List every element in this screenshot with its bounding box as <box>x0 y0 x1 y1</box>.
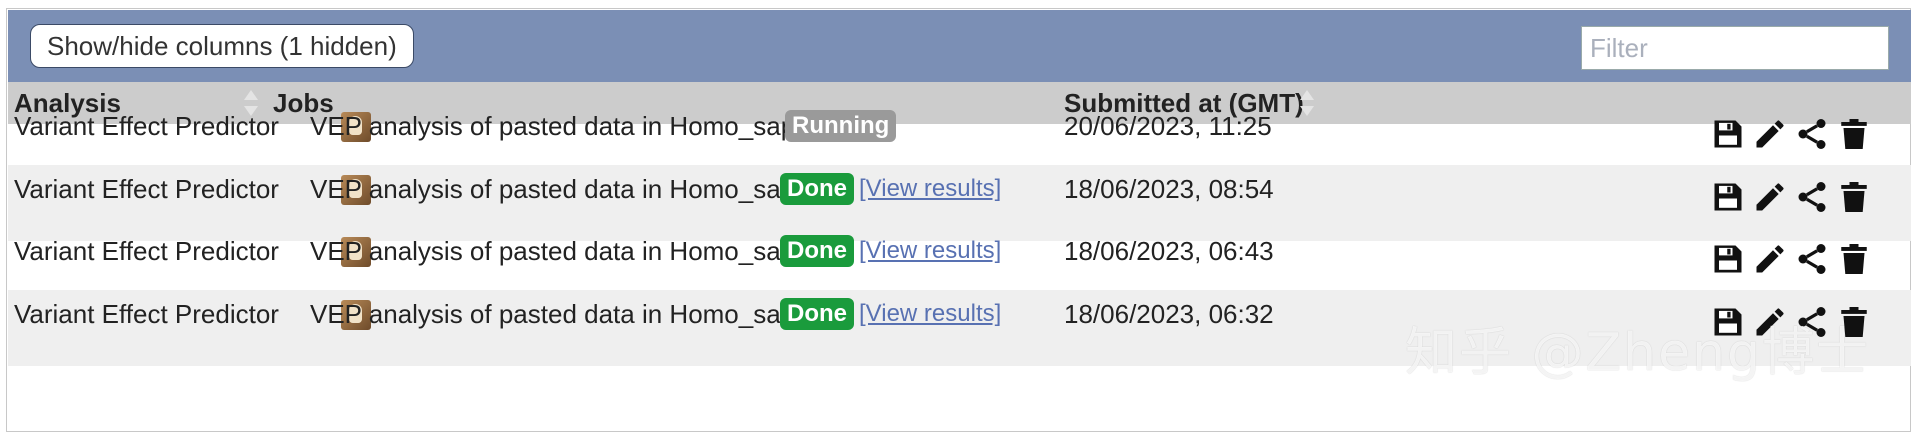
row-actions <box>1710 116 1900 154</box>
edit-icon[interactable] <box>1752 179 1788 215</box>
submitted-at: 18/06/2023, 06:32 <box>1064 299 1274 329</box>
view-results-link[interactable]: [View results] <box>859 175 1001 203</box>
save-icon[interactable] <box>1710 179 1746 215</box>
delete-icon[interactable] <box>1836 116 1872 152</box>
job-name: VEP analysis of pasted data in Homo_sapi… <box>310 236 843 266</box>
submitted-at: 18/06/2023, 08:54 <box>1064 174 1274 204</box>
analysis-cell: Variant Effect Predictor <box>14 236 279 266</box>
share-icon[interactable] <box>1794 241 1830 277</box>
analysis-cell: Variant Effect Predictor <box>14 299 279 329</box>
filter-input[interactable] <box>1581 26 1889 70</box>
edit-icon[interactable] <box>1752 116 1788 152</box>
job-name: VEP analysis of pasted data in Homo_sapi… <box>310 299 843 329</box>
edit-icon[interactable] <box>1752 241 1788 277</box>
view-results-link[interactable]: [View results] <box>859 300 1001 328</box>
status-badge: Done <box>780 298 854 330</box>
share-icon[interactable] <box>1794 179 1830 215</box>
share-icon[interactable] <box>1794 116 1830 152</box>
job-name: VEP analysis of pasted data in Homo_sapi… <box>310 111 843 141</box>
job-name: VEP analysis of pasted data in Homo_sapi… <box>310 174 843 204</box>
delete-icon[interactable] <box>1836 241 1872 277</box>
status-badge: Running <box>785 110 897 142</box>
submitted-at: 18/06/2023, 06:43 <box>1064 236 1274 266</box>
row-actions <box>1710 179 1900 217</box>
status-badge: Done <box>780 173 854 205</box>
save-icon[interactable] <box>1710 116 1746 152</box>
analysis-cell: Variant Effect Predictor <box>14 111 279 141</box>
analysis-cell: Variant Effect Predictor <box>14 174 279 204</box>
save-icon[interactable] <box>1710 241 1746 277</box>
status-badge: Done <box>780 235 854 267</box>
delete-icon[interactable] <box>1836 179 1872 215</box>
show-hide-columns-button[interactable]: Show/hide columns (1 hidden) <box>30 24 414 68</box>
submitted-at: 20/06/2023, 11:25 <box>1064 111 1272 141</box>
table-toolbar: Show/hide columns (1 hidden) <box>8 10 1911 82</box>
watermark: 知乎 @Zheng博士 <box>1405 323 1871 383</box>
row-actions <box>1710 241 1900 279</box>
view-results-link[interactable]: [View results] <box>859 237 1001 265</box>
